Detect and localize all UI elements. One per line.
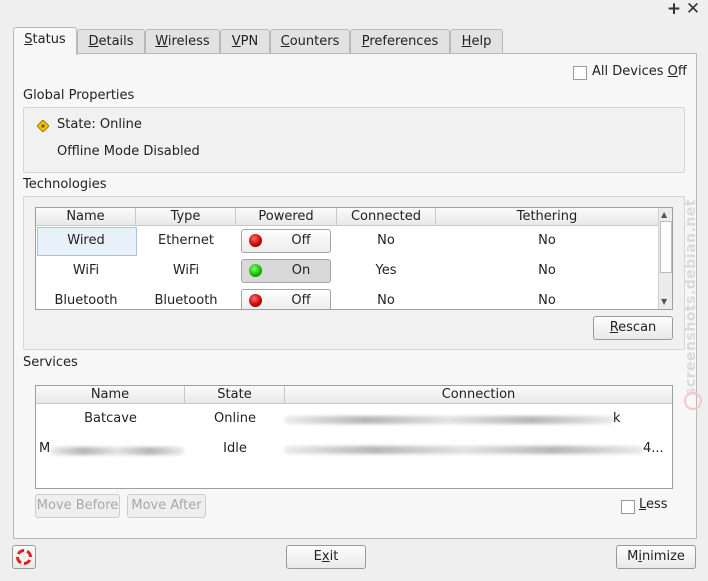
watermark-logo-icon xyxy=(684,392,702,410)
col-connection-header[interactable]: Connection xyxy=(285,386,672,404)
technologies-table: Name Type Powered Connected Tethering Wi… xyxy=(35,207,673,310)
minimize-button[interactable]: Minimize xyxy=(616,545,696,569)
tech-tethering: No xyxy=(538,233,556,248)
move-after-button[interactable]: Move After xyxy=(127,494,206,518)
tech-type: Ethernet xyxy=(158,233,214,248)
redacted-connection xyxy=(284,446,644,454)
tech-name: Bluetooth xyxy=(54,293,118,308)
tech-tethering: No xyxy=(538,263,556,278)
tab-wireless[interactable]: Wireless xyxy=(145,29,220,54)
move-before-button[interactable]: Move Before xyxy=(35,494,120,518)
services-title: Services xyxy=(23,355,78,370)
tech-connected: Yes xyxy=(375,263,397,278)
all-devices-off-label[interactable]: All Devices Off xyxy=(592,64,687,79)
less-label[interactable]: Less xyxy=(639,497,668,512)
tech-connected: No xyxy=(377,233,395,248)
scroll-thumb[interactable] xyxy=(660,221,672,273)
service-name-prefix: M xyxy=(39,441,51,456)
col-type-header[interactable]: Type xyxy=(136,208,236,226)
service-state: Idle xyxy=(223,441,247,456)
tech-name: Wired xyxy=(67,233,105,248)
service-name: Batcave xyxy=(84,411,137,426)
all-devices-off-checkbox[interactable] xyxy=(573,66,587,80)
watermark: screenshots.debian.net xyxy=(683,199,699,397)
power-toggle-wifi[interactable]: On xyxy=(241,259,331,283)
tab-counters[interactable]: Counters xyxy=(270,29,350,54)
tech-tethering: No xyxy=(538,293,556,308)
technologies-title: Technologies xyxy=(23,177,107,192)
power-toggle-bluetooth[interactable]: Off xyxy=(241,289,331,309)
rescan-button[interactable]: Rescan xyxy=(593,316,673,340)
col-name-header[interactable]: Name xyxy=(36,386,185,404)
service-connection-tail: 4... xyxy=(643,441,664,456)
close-icon[interactable]: ✕ xyxy=(685,0,701,18)
offline-mode-label: Offline Mode Disabled xyxy=(57,144,200,159)
power-on-icon xyxy=(249,264,262,277)
state-label: State: Online xyxy=(57,117,142,132)
power-off-icon xyxy=(249,294,262,307)
tech-type: Bluetooth xyxy=(154,293,218,308)
less-checkbox[interactable] xyxy=(621,500,635,514)
tab-help[interactable]: Help xyxy=(450,29,503,54)
redacted-name xyxy=(50,447,184,455)
col-name-header[interactable]: Name xyxy=(36,208,136,226)
col-state-header[interactable]: State xyxy=(185,386,285,404)
technologies-scrollbar[interactable]: ▲ ▼ xyxy=(658,208,672,309)
warning-diamond-icon xyxy=(36,119,50,133)
tech-name: WiFi xyxy=(72,263,100,278)
col-powered-header[interactable]: Powered xyxy=(236,208,337,226)
col-connected-header[interactable]: Connected xyxy=(337,208,436,226)
global-properties-title: Global Properties xyxy=(23,88,135,103)
redacted-connection xyxy=(284,416,614,424)
tab-details[interactable]: Details xyxy=(77,29,145,54)
tech-connected: No xyxy=(377,293,395,308)
scroll-up-icon[interactable]: ▲ xyxy=(661,210,667,219)
services-table: Name State Connection Batcave Online k M… xyxy=(35,385,673,489)
scroll-down-icon[interactable]: ▼ xyxy=(661,297,667,306)
power-toggle-wired[interactable]: Off xyxy=(241,229,331,253)
exit-button[interactable]: Exit xyxy=(286,545,366,569)
tech-type: WiFi xyxy=(172,263,200,278)
tab-vpn[interactable]: VPN xyxy=(220,29,270,54)
service-state: Online xyxy=(214,411,256,426)
tab-status[interactable]: Status xyxy=(13,27,77,55)
service-connection-tail: k xyxy=(613,411,621,426)
add-icon[interactable]: + xyxy=(666,0,682,18)
col-tethering-header[interactable]: Tethering xyxy=(436,208,659,226)
power-off-icon xyxy=(249,234,262,247)
lifebuoy-icon[interactable] xyxy=(12,545,36,569)
tab-preferences[interactable]: Preferences xyxy=(350,29,450,54)
